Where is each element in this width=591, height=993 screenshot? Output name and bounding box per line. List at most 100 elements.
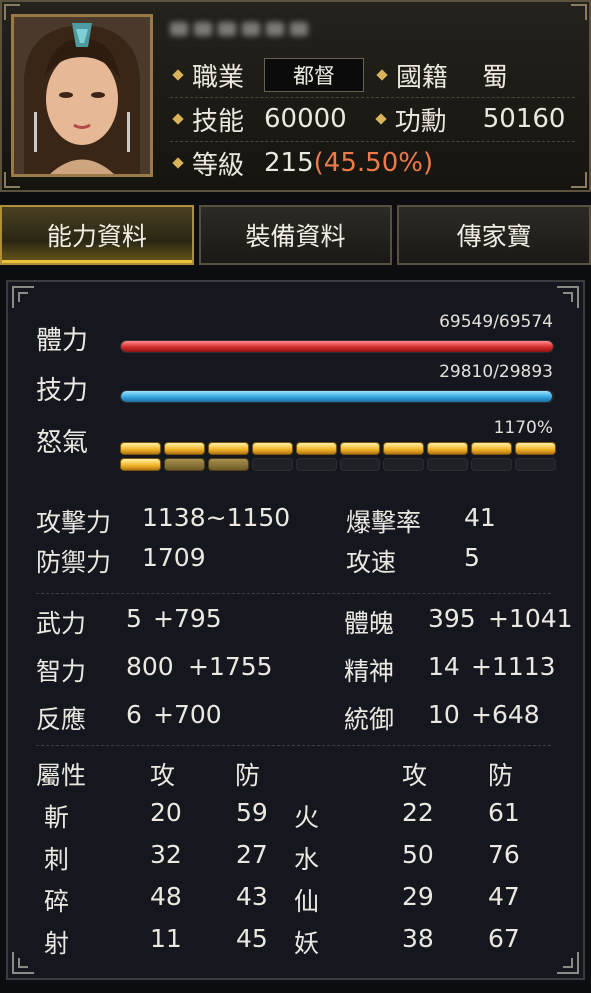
stat-base: 10 — [428, 700, 460, 729]
stat-bonus: +700 — [153, 700, 222, 729]
stat-bonus: +795 — [153, 604, 222, 633]
stat-base: 5 — [126, 604, 142, 633]
attack-value: 20 — [150, 798, 182, 827]
attack-value: 32 — [150, 840, 182, 869]
rage-segment — [427, 442, 469, 455]
rage-text: 1170% — [493, 418, 553, 438]
diamond-bullet-icon — [172, 69, 184, 81]
stat-base: 395 — [428, 604, 476, 633]
rage-segment — [120, 442, 161, 455]
stat-row: 武力 5 +795 體魄 395 +1041 — [8, 604, 583, 644]
attack-value: 48 — [150, 882, 182, 911]
diamond-bullet-icon — [376, 69, 388, 81]
rage-segment — [207, 458, 249, 471]
attribute-row: 斬 20 59 火 22 61 — [8, 798, 583, 838]
stat-bonus: +1041 — [488, 604, 573, 633]
rage-segment — [339, 442, 381, 455]
attack-value: 29 — [402, 882, 434, 911]
country-value: 蜀 — [482, 62, 509, 93]
rage-segment — [163, 458, 205, 471]
attack-value: 50 — [402, 840, 434, 869]
rage-label: 怒氣 — [36, 428, 89, 458]
mp-bar-fill — [121, 391, 552, 402]
merit-value: 50160 — [482, 104, 566, 134]
stat-label: 反應 — [36, 705, 87, 734]
rage-segment — [251, 458, 293, 471]
defense-value: 47 — [488, 882, 520, 911]
rage-segment — [295, 442, 337, 455]
panel-corner-ornament — [12, 286, 34, 308]
attack-column-header: 攻 — [150, 761, 176, 790]
level-value: 215 — [264, 148, 314, 178]
combat-row: 防禦力 1709 攻速 5 — [8, 543, 583, 583]
stat-label: 精神 — [344, 657, 395, 686]
tab-equipment[interactable]: 裝備資料 — [198, 205, 393, 265]
element-name: 水 — [294, 845, 320, 874]
ability-panel: 體力 69549/69574 技力 29810/29893 怒氣 1170% 攻… — [6, 280, 585, 980]
attribute-row: 刺 32 27 水 50 76 — [8, 840, 583, 880]
attack-label: 攻擊力 — [36, 508, 112, 537]
diamond-bullet-icon — [172, 113, 184, 125]
stat-base: 14 — [428, 652, 460, 681]
stat-base: 800 — [126, 652, 174, 681]
tab-heirloom[interactable]: 傳家寶 — [397, 205, 591, 265]
hp-bar-fill — [121, 341, 553, 352]
rage-segment — [471, 442, 513, 455]
element-name: 碎 — [44, 887, 70, 916]
stat-label: 智力 — [36, 657, 87, 686]
stat-bonus: +648 — [471, 700, 540, 729]
job-label: 職業 — [192, 62, 245, 93]
skill-merit-row: 技能 60000 功勳 50160 — [170, 100, 575, 138]
country-label: 國籍 — [396, 62, 449, 93]
level-percent: (45.50%) — [313, 148, 434, 178]
crit-value: 41 — [464, 503, 496, 532]
character-portrait[interactable] — [11, 14, 153, 177]
defense-value: 67 — [488, 924, 520, 953]
stat-row: 反應 6 +700 統御 10 +648 — [8, 700, 583, 740]
rage-segment — [295, 458, 337, 471]
defense-value: 1709 — [142, 543, 206, 572]
hp-bar — [120, 340, 554, 353]
level-label: 等級 — [192, 150, 245, 181]
mp-label: 技力 — [36, 376, 89, 406]
combat-row: 攻擊力 1138~1150 爆擊率 41 — [8, 503, 583, 543]
defense-value: 45 — [236, 924, 268, 953]
tab-ability[interactable]: 能力資料 — [0, 205, 194, 265]
attribute-header-row: 屬性 攻 防 攻 防 — [8, 756, 583, 796]
divider — [36, 593, 551, 594]
speed-label: 攻速 — [346, 548, 397, 577]
rage-segment — [383, 442, 425, 455]
defense-column-header: 防 — [235, 761, 261, 790]
rage-segment — [207, 442, 249, 455]
hp-text: 69549/69574 — [439, 312, 553, 332]
rage-segment — [515, 442, 556, 455]
defense-label: 防禦力 — [36, 548, 112, 577]
job-value: 都督 — [264, 58, 365, 92]
rage-segment — [163, 442, 205, 455]
skill-label: 技能 — [192, 106, 245, 137]
element-name: 射 — [44, 929, 70, 958]
skill-value: 60000 — [264, 104, 347, 134]
defense-column-header: 防 — [488, 761, 514, 790]
mp-text: 29810/29893 — [439, 362, 553, 382]
attribute-row: 碎 48 43 仙 29 47 — [8, 882, 583, 922]
diamond-bullet-icon — [172, 157, 184, 169]
element-name: 妖 — [294, 929, 320, 958]
crit-label: 爆擊率 — [346, 508, 422, 537]
defense-value: 43 — [236, 882, 268, 911]
stat-row: 智力 800 +1755 精神 14 +1113 — [8, 652, 583, 692]
attack-value: 38 — [402, 924, 434, 953]
rage-segment — [339, 458, 381, 471]
element-name: 火 — [294, 803, 320, 832]
rage-segment — [251, 442, 293, 455]
defense-value: 59 — [236, 798, 268, 827]
attack-value: 1138~1150 — [142, 503, 291, 532]
job-country-row: 職業 都督 國籍 蜀 — [170, 56, 575, 94]
frame-corner — [571, 4, 587, 20]
panel-corner-ornament — [557, 286, 579, 308]
level-row: 等級 215 (45.50%) — [170, 144, 575, 182]
divider — [36, 745, 551, 746]
defense-value: 76 — [488, 840, 520, 869]
stat-label: 武力 — [36, 609, 87, 638]
rage-segment — [515, 458, 556, 471]
